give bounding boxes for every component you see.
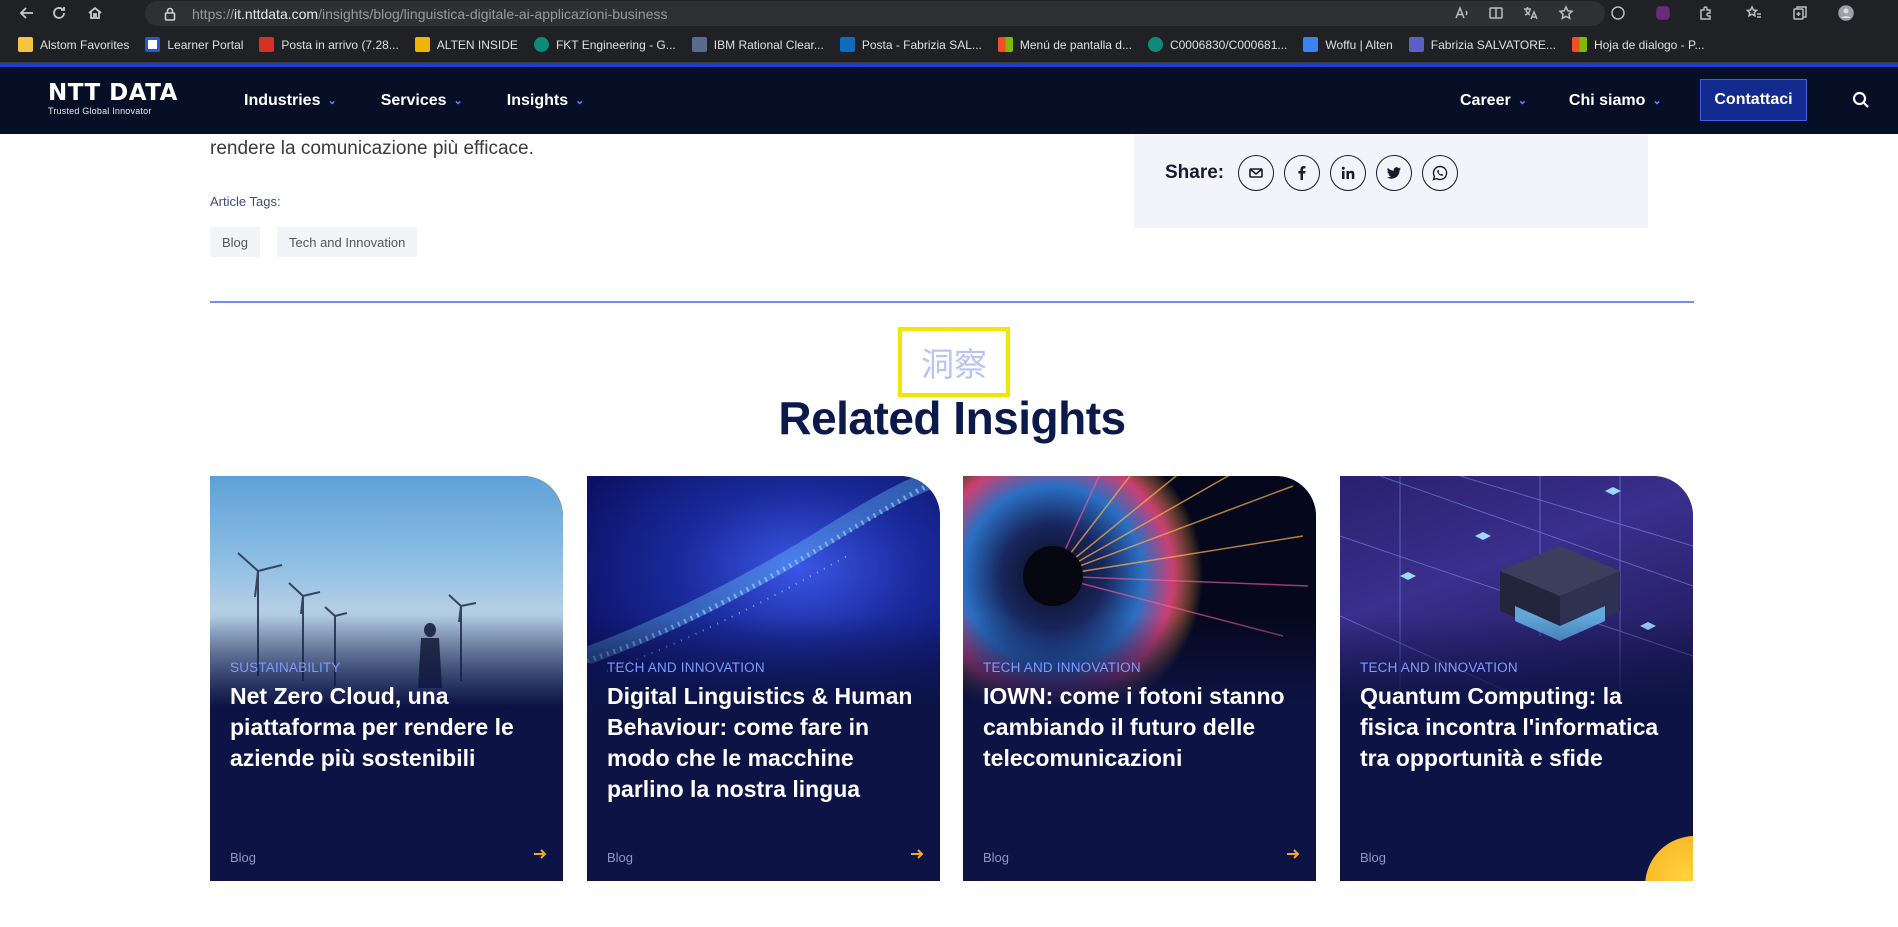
browser-toolbar: https://it.nttdata.com/insights/blog/lin… (0, 0, 1898, 27)
share-label: Share: (1165, 162, 1225, 183)
back-icon[interactable] (16, 2, 38, 24)
bookmark-item[interactable]: Hoja de dialogo - P... (1566, 33, 1711, 57)
bookmark-icon (414, 37, 430, 52)
whatsapp-icon[interactable] (1422, 155, 1458, 191)
outlook-icon (839, 37, 855, 52)
arrow-right-icon[interactable] (533, 847, 547, 861)
translate-icon[interactable] (1520, 3, 1540, 23)
sharepoint-icon (1147, 37, 1163, 52)
site-header: NTT DATA Trusted Global Innovator Indust… (0, 63, 1898, 134)
bookmark-item[interactable]: IBM Rational Clear... (686, 33, 830, 57)
favorites-icon[interactable] (1744, 3, 1764, 23)
card-category: TECH AND INNOVATION (607, 660, 765, 675)
decorative-circle (1645, 836, 1693, 881)
bookmark-item[interactable]: Learner Portal (139, 33, 249, 57)
chevron-down-icon: ⌄ (327, 95, 337, 107)
folder-icon (18, 37, 33, 52)
card-title[interactable]: Digital Linguistics & Human Behaviour: c… (607, 681, 927, 805)
card-type: Blog (1360, 850, 1387, 865)
address-bar[interactable]: https://it.nttdata.com/insights/blog/lin… (145, 1, 1605, 26)
bookmark-item[interactable]: Woffu | Alten (1297, 33, 1398, 57)
section-divider (210, 301, 1694, 303)
page-content: rendere la comunicazione più efficace. A… (0, 134, 1898, 927)
share-panel: Share: (1134, 134, 1648, 228)
facebook-icon[interactable] (1284, 155, 1320, 191)
arrow-right-icon[interactable] (1286, 847, 1300, 861)
microsoft-icon (1571, 37, 1587, 52)
chevron-down-icon: ⌄ (1517, 95, 1527, 107)
search-icon[interactable] (1852, 91, 1872, 111)
bookmark-item[interactable]: FKT Engineering - G... (528, 33, 682, 57)
linkedin-icon[interactable] (1330, 155, 1366, 191)
refresh-icon[interactable] (48, 2, 70, 24)
tag-tech-and-innovation[interactable]: Tech and Innovation (277, 227, 418, 257)
woffu-icon (1303, 37, 1319, 52)
chevron-down-icon: ⌄ (575, 95, 585, 107)
avatar[interactable] (1836, 3, 1856, 23)
card-title[interactable]: Net Zero Cloud, una piattaforma per rend… (230, 681, 550, 774)
home-icon[interactable] (84, 2, 106, 24)
tag-blog[interactable]: Blog (210, 227, 261, 257)
related-insight-card[interactable]: SUSTAINABILITY Net Zero Cloud, una piatt… (210, 476, 563, 881)
read-aloud-icon[interactable] (1452, 3, 1472, 23)
bookmark-icon (145, 37, 161, 52)
card-category: SUSTAINABILITY (230, 660, 341, 675)
extension-icon[interactable] (1653, 3, 1673, 23)
puzzle-icon[interactable] (1696, 3, 1716, 23)
nav-career[interactable]: Career ⌄ (1460, 92, 1527, 110)
related-insight-card[interactable]: TECH AND INNOVATION Digital Linguistics … (587, 476, 940, 881)
bookmark-item[interactable]: C0006830/C000681... (1142, 33, 1293, 57)
chevron-down-icon: ⌄ (453, 95, 463, 107)
article-tags-label: Article Tags: (210, 194, 281, 209)
twitter-icon[interactable] (1376, 155, 1412, 191)
bookmark-item[interactable]: Alstom Favorites (12, 33, 135, 57)
collections-icon[interactable] (1790, 3, 1810, 23)
bookmark-item[interactable]: Fabrizia SALVATORE... (1403, 33, 1562, 57)
bookmarks-bar: Alstom Favorites Learner Portal Posta in… (0, 27, 1898, 63)
bookmark-icon (691, 37, 707, 52)
nav-industries[interactable]: Industries ⌄ (244, 92, 337, 110)
section-kanji: 洞察 (898, 327, 1010, 397)
bookmark-item[interactable]: Menú de pantalla d... (992, 33, 1138, 57)
card-type: Blog (607, 850, 634, 865)
article-text: rendere la comunicazione più efficace. (210, 138, 534, 159)
related-insight-card[interactable]: TECH AND INNOVATION Quantum Computing: l… (1340, 476, 1693, 881)
related-insight-card[interactable]: TECH AND INNOVATION IOWN: come i fotoni … (963, 476, 1316, 881)
email-share-icon[interactable] (1238, 155, 1274, 191)
contact-button[interactable]: Contattaci (1700, 79, 1807, 121)
nttdata-logo[interactable]: NTT DATA Trusted Global Innovator (48, 82, 178, 117)
immersive-reader-icon[interactable] (1486, 3, 1506, 23)
card-category: TECH AND INNOVATION (983, 660, 1141, 675)
extension-icon[interactable] (1608, 3, 1628, 23)
sharepoint-icon (533, 37, 549, 52)
gmail-icon (259, 37, 275, 52)
chevron-down-icon: ⌄ (1652, 95, 1662, 107)
bookmark-item[interactable]: ALTEN INSIDE (409, 33, 524, 57)
main-nav: Industries ⌄ Services ⌄ Insights ⌄ (244, 67, 628, 134)
card-title[interactable]: Quantum Computing: la fisica incontra l'… (1360, 681, 1680, 774)
bookmark-item[interactable]: Posta in arrivo (7.28... (253, 33, 404, 57)
card-type: Blog (983, 850, 1010, 865)
arrow-right-icon[interactable] (910, 847, 924, 861)
nav-services[interactable]: Services ⌄ (381, 92, 463, 110)
teams-icon (1408, 37, 1424, 52)
section-title: Related Insights (778, 392, 1126, 444)
microsoft-icon (997, 37, 1013, 52)
favorite-add-icon[interactable] (1556, 3, 1576, 23)
card-type: Blog (230, 850, 257, 865)
nav-chi-siamo[interactable]: Chi siamo ⌄ (1569, 92, 1662, 110)
card-category: TECH AND INNOVATION (1360, 660, 1518, 675)
url-text: https://it.nttdata.com/insights/blog/lin… (192, 5, 668, 22)
lock-icon (163, 7, 177, 21)
secondary-nav: Career ⌄ Chi siamo ⌄ (1460, 67, 1706, 134)
bookmark-item[interactable]: Posta - Fabrizia SAL... (834, 33, 988, 57)
card-title[interactable]: IOWN: come i fotoni stanno cambiando il … (983, 681, 1303, 774)
nav-insights[interactable]: Insights ⌄ (507, 92, 585, 110)
